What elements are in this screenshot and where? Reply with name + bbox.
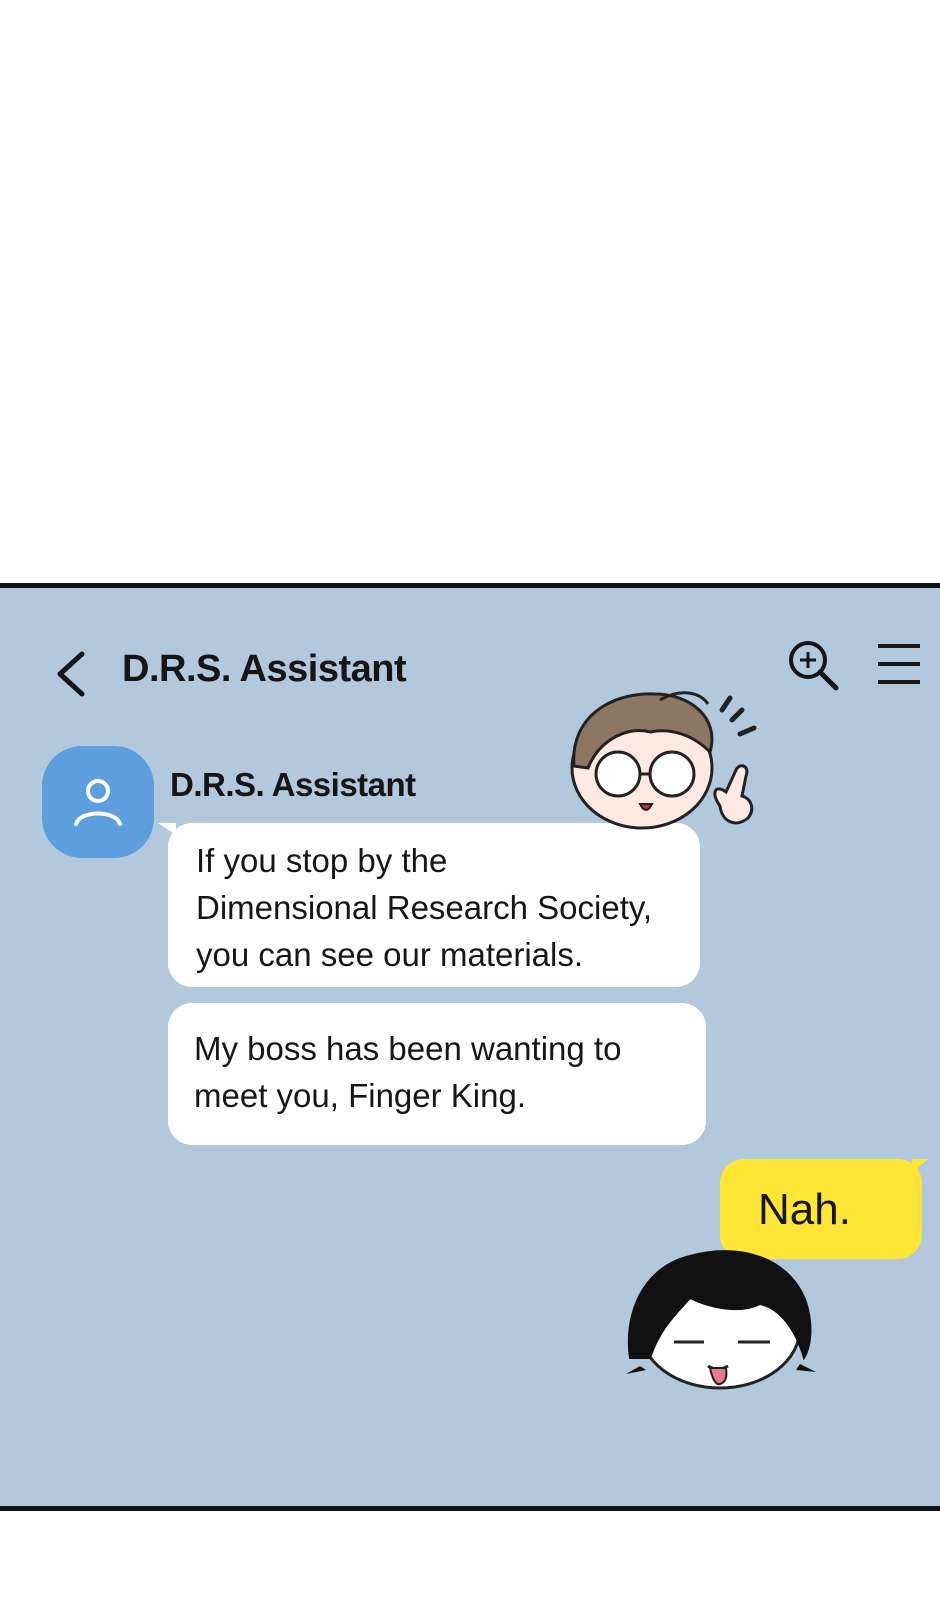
message-line: meet you, Finger King. bbox=[194, 1077, 526, 1114]
menu-button[interactable] bbox=[874, 640, 924, 688]
glasses-character-sticker bbox=[570, 691, 757, 830]
tongue-out-character-sticker bbox=[626, 1250, 816, 1390]
message-line: you can see our materials. bbox=[196, 936, 584, 973]
message-bubble-incoming[interactable]: My boss has been wanting to meet you, Fi… bbox=[168, 1003, 706, 1145]
person-icon bbox=[74, 779, 122, 826]
back-button[interactable] bbox=[50, 648, 90, 700]
chevron-left-icon bbox=[57, 651, 85, 697]
search-button[interactable] bbox=[786, 638, 842, 694]
message-line: My boss has been wanting to bbox=[194, 1030, 622, 1067]
sender-name: D.R.S. Assistant bbox=[170, 766, 416, 803]
hamburger-menu-icon bbox=[878, 644, 920, 684]
avatar[interactable] bbox=[42, 746, 154, 858]
message-line: Dimensional Research Society, bbox=[196, 889, 653, 926]
chat-title: D.R.S. Assistant bbox=[122, 648, 407, 690]
zoom-in-search-icon bbox=[789, 641, 839, 691]
chat-window: D.R.S. Assistant D.R.S. Assistant If you… bbox=[0, 583, 940, 1511]
